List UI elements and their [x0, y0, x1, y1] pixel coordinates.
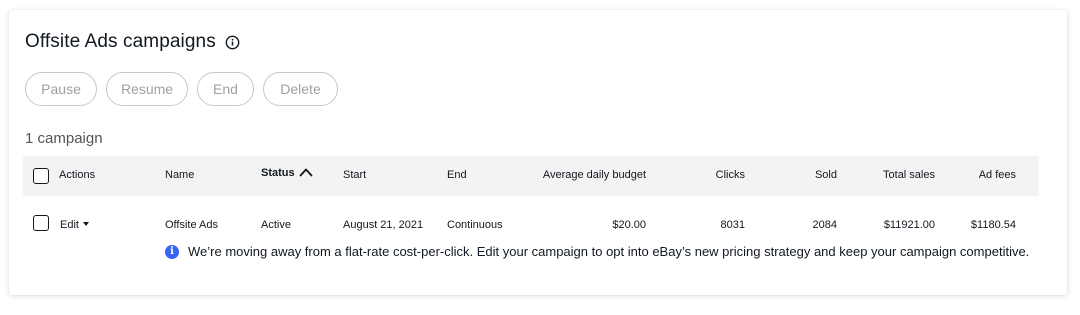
bulk-action-toolbar: Pause Resume End Delete [25, 72, 338, 106]
row-edit-menu[interactable]: Edit [60, 219, 89, 231]
table-row: Edit Offsite Ads Active August 21, 2021 … [23, 206, 1039, 246]
campaign-count: 1 campaign [25, 130, 103, 147]
select-all-checkbox[interactable] [33, 168, 49, 184]
column-header-status[interactable]: Status [261, 167, 313, 179]
campaign-status: Active [261, 219, 291, 231]
page-title: Offsite Ads campaigns [25, 30, 240, 54]
column-header-end[interactable]: End [447, 169, 467, 181]
info-circle-icon[interactable] [225, 35, 240, 50]
column-header-start[interactable]: Start [343, 169, 366, 181]
campaign-ad-fees: $1180.54 [970, 219, 1016, 231]
chevron-up-icon [299, 168, 313, 177]
pricing-notice: i We’re moving away from a flat-rate cos… [165, 244, 1029, 259]
pricing-notice-text: We’re moving away from a flat-rate cost-… [188, 244, 1030, 259]
column-header-name[interactable]: Name [165, 169, 194, 181]
caret-down-icon [82, 222, 89, 226]
end-button[interactable]: End [197, 72, 254, 106]
edit-menu-label: Edit [60, 219, 79, 231]
campaign-start: August 21, 2021 [343, 219, 424, 231]
campaign-budget: $20.00 [612, 219, 646, 231]
campaign-name[interactable]: Offsite Ads [165, 219, 218, 231]
campaigns-card: Offsite Ads campaigns Pause Resume End D… [9, 10, 1067, 295]
column-header-total-sales[interactable]: Total sales [863, 169, 935, 181]
campaign-total-sales: $11921.00 [883, 219, 935, 231]
column-header-clicks[interactable]: Clicks [683, 169, 745, 181]
campaign-clicks: 8031 [720, 219, 745, 231]
campaign-end: Continuous [447, 219, 503, 231]
resume-button[interactable]: Resume [106, 72, 188, 106]
column-header-budget[interactable]: Average daily budget [523, 169, 646, 181]
delete-button[interactable]: Delete [263, 72, 338, 106]
pause-button[interactable]: Pause [25, 72, 97, 106]
campaign-sold: 2084 [812, 219, 837, 231]
page-title-text: Offsite Ads campaigns [25, 31, 216, 52]
table-header: Actions Name Status Start End Average da… [23, 156, 1039, 196]
column-header-sold[interactable]: Sold [783, 169, 837, 181]
column-header-status-label: Status [261, 167, 295, 179]
row-select-checkbox[interactable] [33, 215, 49, 231]
info-filled-icon: i [165, 244, 179, 259]
column-header-actions: Actions [59, 169, 96, 181]
column-header-ad-fees[interactable]: Ad fees [953, 169, 1016, 181]
